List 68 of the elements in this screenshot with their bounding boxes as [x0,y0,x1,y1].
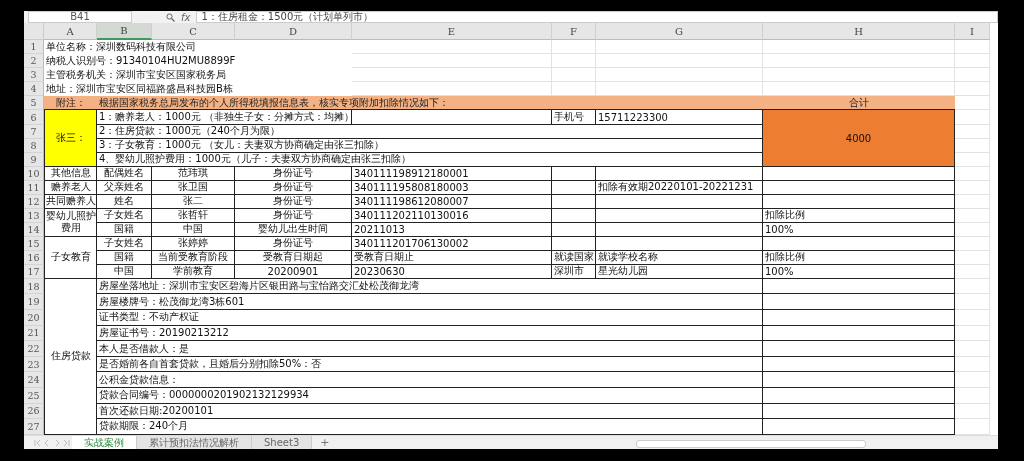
table-cell: 附注： [44,96,97,111]
column-header[interactable]: B [97,23,152,40]
row-number[interactable]: 1 [24,40,44,55]
empty-cell [552,40,596,55]
table-cell: 本人是否借款人：是 [97,341,763,357]
empty-cell [955,310,990,326]
empty-cell [955,166,990,181]
table-cell: 手机号 [552,110,596,125]
table-cell: 证书类型：不动产权证 [97,310,763,326]
table-cell: 住房贷款 [44,278,97,435]
table-cell: 婴幼儿照护费用 [44,208,97,237]
formula-field[interactable]: 1：住房租金：1500元（计划单列市） [196,11,998,23]
column-header[interactable]: A [44,23,97,40]
empty-cell [955,356,990,373]
empty-cell [955,68,990,83]
empty-cell [955,82,990,97]
sheet-tab[interactable]: Sheet3 [252,436,313,449]
empty-cell [955,294,990,311]
column-header[interactable]: E [352,23,552,40]
column-header[interactable]: F [552,23,596,40]
empty-cell [955,194,990,209]
add-sheet-button[interactable]: + [320,436,330,449]
row-number[interactable]: 24 [24,372,44,388]
empty-cell [955,236,990,251]
row-number[interactable]: 19 [24,294,44,311]
table-cell: 15711223300 [596,110,763,125]
row-number[interactable]: 27 [24,419,44,435]
table-cell: 贷款期限：240个月 [97,419,763,435]
select-all-corner[interactable] [24,23,44,40]
table-cell: 根据国家税务总局发布的个人所得税填报信息表，核实专项附加扣除情况如下： [97,96,763,111]
empty-cell [955,54,990,69]
column-header[interactable]: I [955,23,990,40]
row-number[interactable]: 4 [24,82,44,97]
row-number[interactable]: 22 [24,341,44,357]
empty-cell [955,341,990,357]
table-cell: 4000 [763,110,955,167]
table-cell: 1：赡养老人：1000元 （非独生子女：分摊方式：均摊） [97,110,352,125]
function-label[interactable]: fx [181,11,191,23]
row-number[interactable]: 5 [24,96,44,111]
row-number[interactable]: 2 [24,54,44,69]
empty-cell [955,40,990,55]
empty-cell [955,388,990,404]
empty-cell [955,325,990,342]
table-cell: 合计 [763,96,955,111]
row-number[interactable]: 3 [24,68,44,83]
search-icon[interactable] [166,12,175,22]
empty-cell [955,278,990,295]
empty-cell [955,372,990,388]
table-cell: 子女教育 [44,236,97,279]
row-number[interactable]: 20 [24,310,44,326]
row-number[interactable]: 25 [24,388,44,404]
sheet-tab[interactable]: 实战案例 [72,436,137,449]
empty-cell [552,54,596,69]
empty-cell [955,403,990,420]
sheet-nav-icon[interactable] [32,438,72,447]
empty-cell [955,180,990,195]
sheet-tab[interactable]: 累计预扣法情况解析 [137,436,252,449]
row-number[interactable]: 6 [24,110,44,125]
column-header[interactable]: G [596,23,763,40]
name-box[interactable]: B41 [28,11,132,23]
table-cell: 房屋楼牌号：松茂御龙湾3栋601 [97,294,763,311]
table-cell: 公积金贷款信息： [97,372,763,388]
column-header[interactable]: C [152,23,235,40]
table-cell: 张三： [44,110,97,167]
empty-cell [552,68,596,83]
column-header[interactable]: D [235,23,352,40]
table-cell: 贷款合同编号：0000000201902132129934 [97,388,763,404]
column-header[interactable]: H [763,23,955,40]
